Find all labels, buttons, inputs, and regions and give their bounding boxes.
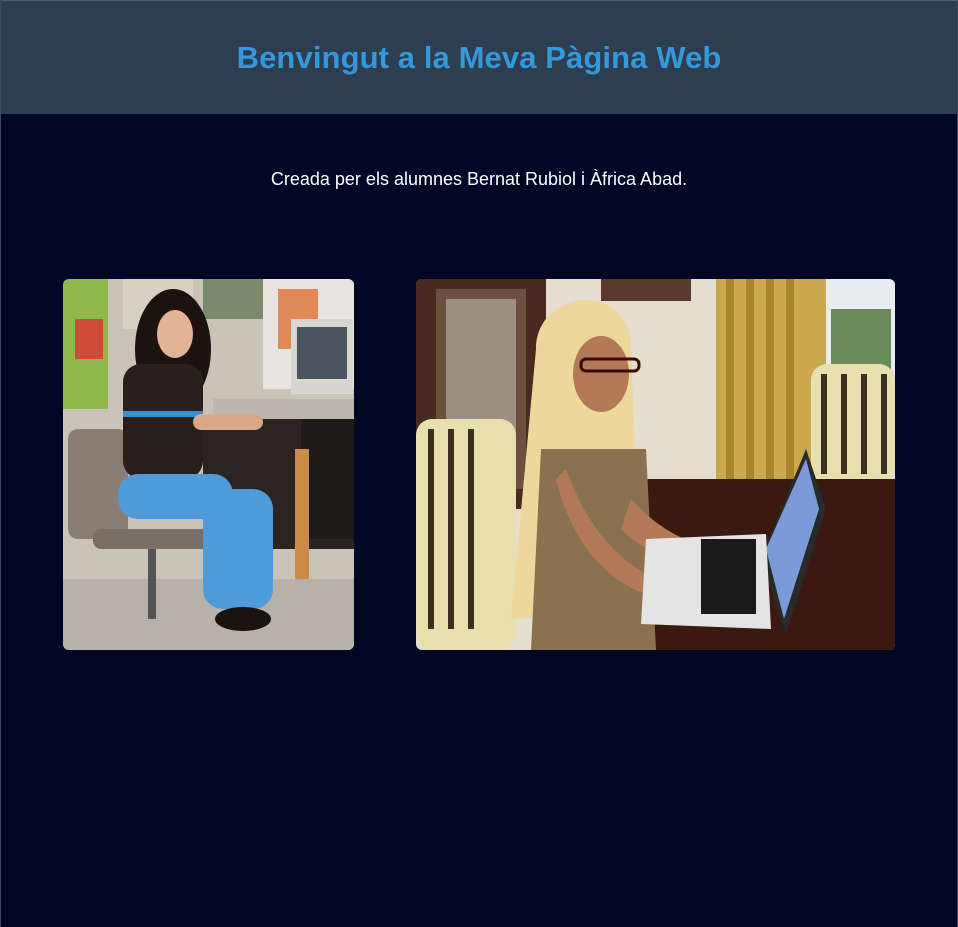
page-title: Benvingut a la Meva Pàgina Web [236, 39, 722, 75]
girl-at-computer-photo [63, 279, 354, 650]
woman-at-laptop-photo [416, 279, 895, 650]
page-header: Benvingut a la Meva Pàgina Web [1, 0, 957, 114]
intro-text: Creada per els alumnes Bernat Rubiol i À… [270, 169, 688, 189]
